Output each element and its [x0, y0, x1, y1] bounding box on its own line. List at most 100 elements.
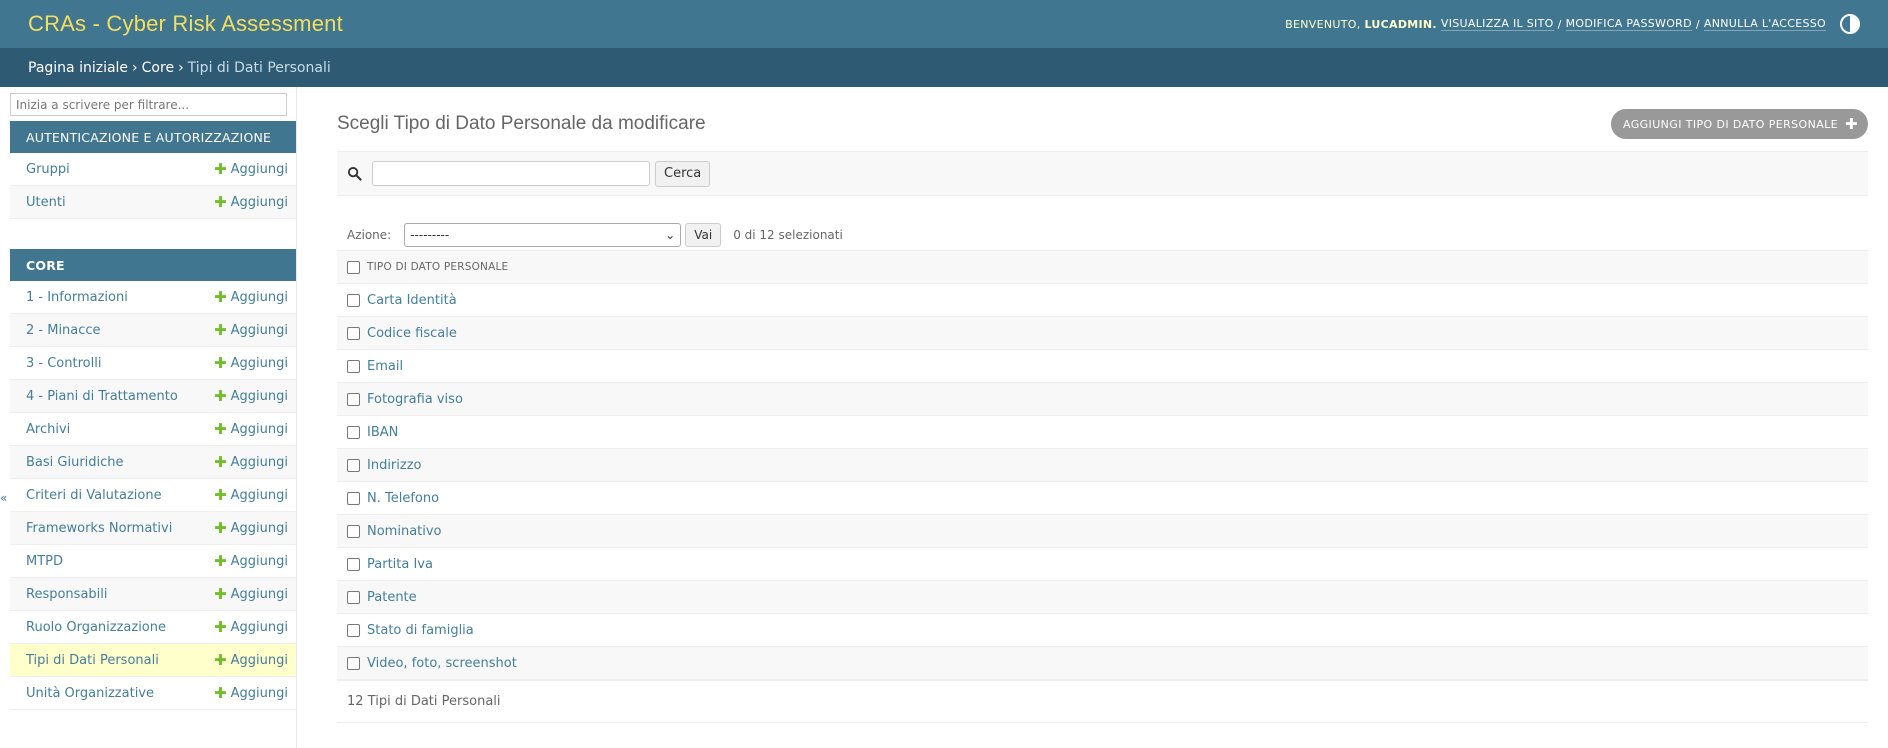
row-link[interactable]: Indirizzo	[367, 458, 422, 473]
add-label: Aggiungi	[230, 619, 288, 635]
row-link[interactable]: Video, foto, screenshot	[367, 656, 517, 671]
add-link[interactable]: ✚ Aggiungi	[214, 619, 288, 635]
sidebar-item-label[interactable]: Utenti	[26, 195, 66, 210]
action-go-button[interactable]: Vai	[685, 222, 722, 247]
plus-icon: ✚	[214, 159, 227, 178]
row-checkbox[interactable]	[347, 359, 360, 373]
sidebar-item-label[interactable]: 2 - Minacce	[26, 323, 101, 338]
add-link[interactable]: ✚ Aggiungi	[214, 322, 288, 338]
add-label: Aggiungi	[230, 355, 288, 371]
header: CRAs - Cyber Risk Assessment Benvenuto, …	[0, 0, 1888, 48]
separator: /	[1557, 17, 1562, 31]
table-row: Partita Iva	[337, 547, 1868, 581]
add-link[interactable]: ✚ Aggiungi	[214, 452, 288, 471]
sidebar-item-ruolo-organizzazione: Ruolo Organizzazione ✚ Aggiungi	[10, 611, 296, 644]
row-link[interactable]: N. Telefono	[367, 491, 439, 506]
row-link[interactable]: Partita Iva	[367, 557, 433, 572]
sidebar-item-label[interactable]: Criteri di Valutazione	[26, 488, 162, 503]
sidebar-item-groups: Gruppi ✚ Aggiungi	[10, 153, 296, 186]
breadcrumb-app[interactable]: Core	[142, 60, 174, 76]
theme-toggle-icon[interactable]	[1840, 14, 1860, 34]
change-password-link[interactable]: Modifica password	[1565, 17, 1692, 31]
plus-icon: ✚	[214, 485, 227, 504]
add-label: Aggiungi	[230, 652, 288, 668]
toggle-sidebar-button[interactable]: «	[0, 491, 7, 505]
plus-icon: ✚	[214, 452, 227, 471]
plus-icon: ✚	[1845, 115, 1858, 133]
row-checkbox[interactable]	[347, 425, 360, 439]
add-label: Aggiungi	[230, 553, 288, 569]
add-link[interactable]: ✚ Aggiungi	[214, 553, 288, 569]
row-checkbox[interactable]	[347, 623, 360, 637]
row-checkbox[interactable]	[347, 458, 360, 472]
sidebar-item-label[interactable]: Frameworks Normativi	[26, 521, 172, 536]
column-header[interactable]: Tipo di Dato Personale	[367, 250, 1868, 284]
add-link[interactable]: ✚ Aggiungi	[214, 421, 288, 437]
row-checkbox[interactable]	[347, 590, 360, 604]
site-name[interactable]: CRAs - Cyber Risk Assessment	[28, 11, 343, 37]
row-link[interactable]: Fotografia viso	[367, 392, 463, 407]
row-checkbox[interactable]	[347, 293, 360, 307]
add-link[interactable]: ✚ Aggiungi	[214, 194, 288, 210]
plus-icon: ✚	[214, 287, 227, 306]
select-all-checkbox[interactable]	[347, 260, 360, 274]
nav-filter-input[interactable]	[10, 93, 287, 116]
add-link[interactable]: ✚ Aggiungi	[214, 159, 288, 178]
sidebar-item-label[interactable]: Responsabili	[26, 587, 108, 602]
action-counter: 0 di 12 selezionati	[733, 227, 843, 242]
logout-link[interactable]: Annulla l'accesso	[1703, 17, 1826, 31]
add-link[interactable]: ✚ Aggiungi	[214, 520, 288, 536]
row-link[interactable]: Carta Identità	[367, 293, 457, 308]
sidebar-item-label[interactable]: MTPD	[26, 554, 63, 569]
search-input[interactable]	[372, 161, 650, 186]
view-site-link[interactable]: Visualizza il sito	[1440, 17, 1554, 31]
sidebar-item-label[interactable]: Basi Giuridiche	[26, 455, 124, 470]
sidebar-item-label[interactable]: 4 - Piani di Trattamento	[26, 389, 178, 404]
sidebar-item-label[interactable]: 3 - Controlli	[26, 356, 101, 371]
sidebar-item-responsabili: Responsabili ✚ Aggiungi	[10, 578, 296, 611]
user-tools: Benvenuto, LUCADMIN. Visualizza il sito …	[1285, 14, 1860, 34]
row-checkbox[interactable]	[347, 524, 360, 538]
add-link[interactable]: ✚ Aggiungi	[214, 485, 288, 504]
module-caption-auth[interactable]: Autenticazione e Autorizzazione	[10, 121, 296, 153]
add-link[interactable]: ✚ Aggiungi	[214, 355, 288, 371]
row-checkbox[interactable]	[347, 557, 360, 571]
sidebar-item-unita-organizzative: Unità Organizzative ✚ Aggiungi	[10, 677, 296, 710]
add-link[interactable]: ✚ Aggiungi	[214, 683, 288, 702]
sidebar-item-informazioni: 1 - Informazioni ✚ Aggiungi	[10, 281, 296, 314]
add-link[interactable]: ✚ Aggiungi	[214, 287, 288, 306]
add-label: Aggiungi	[230, 454, 288, 470]
module-caption-core[interactable]: Core	[10, 249, 296, 281]
sidebar-item-label[interactable]: 1 - Informazioni	[26, 290, 128, 305]
sidebar-item-label[interactable]: Ruolo Organizzazione	[26, 620, 166, 635]
row-link[interactable]: Stato di famiglia	[367, 623, 474, 638]
breadcrumb-separator: ›	[178, 59, 184, 76]
row-link[interactable]: Patente	[367, 590, 417, 605]
sidebar-item-label[interactable]: Archivi	[26, 422, 70, 437]
add-link[interactable]: ✚ Aggiungi	[214, 586, 288, 602]
breadcrumb-home[interactable]: Pagina iniziale	[28, 60, 128, 76]
row-link[interactable]: Nominativo	[367, 524, 442, 539]
row-link[interactable]: Codice fiscale	[367, 326, 457, 341]
add-label: Aggiungi	[230, 289, 288, 305]
table-row: Indirizzo	[337, 448, 1868, 482]
add-link[interactable]: ✚ Aggiungi	[214, 652, 288, 668]
row-checkbox[interactable]	[347, 326, 360, 340]
add-link[interactable]: ✚ Aggiungi	[214, 388, 288, 404]
row-checkbox[interactable]	[347, 656, 360, 670]
add-label: Aggiungi	[230, 586, 288, 602]
sidebar-item-label[interactable]: Tipi di Dati Personali	[26, 653, 159, 668]
row-checkbox[interactable]	[347, 491, 360, 505]
action-select[interactable]: --------- ⌄	[404, 222, 682, 247]
add-label: Aggiungi	[230, 161, 288, 177]
row-link[interactable]: Email	[367, 359, 403, 374]
separator: /	[1695, 17, 1700, 31]
plus-icon: ✚	[214, 683, 227, 702]
add-object-button[interactable]: Aggiungi Tipo di Dato Personale ✚	[1610, 109, 1868, 139]
sidebar-item-label[interactable]: Unità Organizzative	[26, 686, 154, 701]
row-link[interactable]: IBAN	[367, 425, 398, 440]
row-checkbox[interactable]	[347, 392, 360, 406]
table-row: Carta Identità	[337, 283, 1868, 317]
search-button[interactable]: Cerca	[655, 160, 711, 187]
sidebar-item-label[interactable]: Gruppi	[26, 162, 70, 177]
